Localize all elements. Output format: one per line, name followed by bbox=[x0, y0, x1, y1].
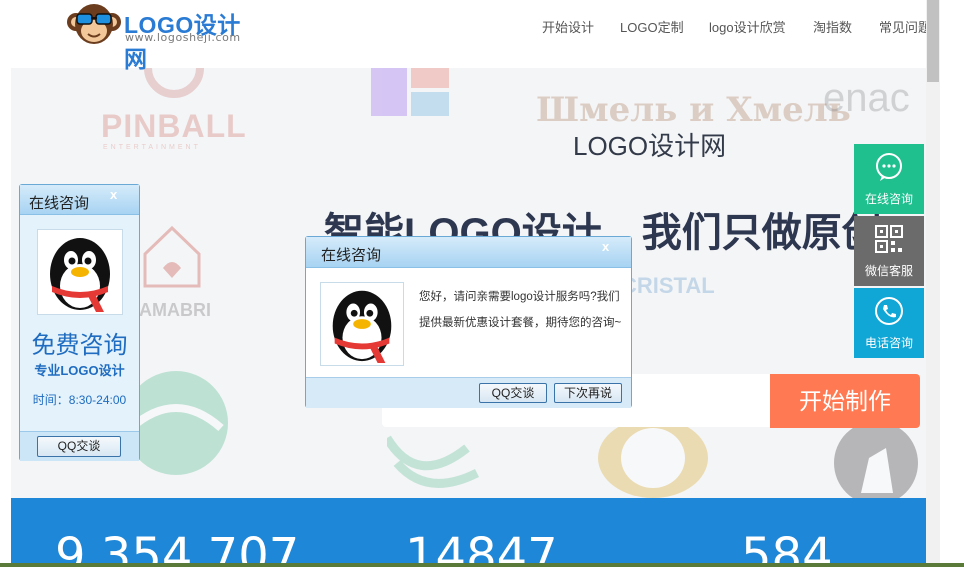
qq-dialog-footer: QQ交谈 下次再说 bbox=[306, 377, 631, 408]
bg-logo-pinball: PINBALL bbox=[101, 108, 247, 144]
side-phone-label: 电话咨询 bbox=[864, 336, 913, 350]
qr-code-icon bbox=[875, 225, 903, 253]
bg-logo-blocks bbox=[371, 68, 451, 116]
stat-total-logos: 9,354,707 bbox=[55, 528, 300, 567]
qq-widget-title: 在线咨询 bbox=[29, 195, 90, 212]
hero-subtitle: LOGO设计网 bbox=[573, 131, 727, 161]
side-contact-bar: 在线咨询 微信客服 电话咨询 bbox=[854, 144, 924, 360]
qq-widget-pro-text: 专业LOGO设计 bbox=[34, 363, 125, 378]
nav-tao-index[interactable]: 淘指数 bbox=[813, 17, 852, 36]
qq-widget-close-button[interactable]: x bbox=[110, 187, 117, 202]
qq-side-widget: 在线咨询 x 免费咨询 专业LOGO设计 时间：8:30-24:00 QQ交谈 bbox=[19, 184, 140, 461]
bg-logo-deer bbox=[834, 421, 918, 498]
side-wechat-service[interactable]: 微信客服 bbox=[854, 216, 924, 286]
scrollbar-thumb[interactable] bbox=[927, 0, 939, 82]
qq-dialog-close-button[interactable]: x bbox=[602, 239, 609, 254]
qq-widget-header: 在线咨询 x bbox=[20, 185, 139, 215]
nav-faq[interactable]: 常见问题 bbox=[879, 17, 931, 36]
qq-dialog-later-button[interactable]: 下次再说 bbox=[554, 383, 622, 403]
qq-penguin-icon bbox=[320, 282, 404, 366]
side-wechat-label: 微信客服 bbox=[864, 264, 913, 278]
site-header: LOGO设计网 www.logosheji.com 开始设计 LOGO定制 lo… bbox=[0, 0, 931, 72]
bg-logo-chef bbox=[598, 423, 708, 498]
qq-widget-hours: 时间：8:30-24:00 bbox=[32, 393, 127, 407]
qq-dialog-chat-button[interactable]: QQ交谈 bbox=[479, 383, 547, 403]
bg-logo-amabri: AMABRI bbox=[139, 300, 211, 320]
bg-logo-shmel: Шмель и Хмель bbox=[536, 90, 851, 130]
page-scrollbar[interactable] bbox=[926, 0, 940, 567]
bg-logo-enac: enac bbox=[823, 76, 910, 120]
qq-penguin-icon bbox=[37, 229, 123, 315]
phone-icon bbox=[875, 297, 903, 325]
qq-consult-dialog: 在线咨询 x 您好，请问亲需要logo设计服务吗?我们提供最新优惠设计套餐，期待… bbox=[305, 236, 632, 408]
qq-dialog-header: 在线咨询 x bbox=[306, 237, 631, 268]
bg-logo-cristal: CRISTAL bbox=[621, 273, 715, 298]
bg-logo-waves bbox=[387, 435, 480, 488]
bg-logo-pinball-sub: ENTERTAINMENT bbox=[103, 144, 201, 151]
nav-logo-custom[interactable]: LOGO定制 bbox=[620, 17, 684, 36]
bg-logo-house bbox=[143, 225, 201, 288]
qq-dialog-message: 您好，请问亲需要logo设计服务吗?我们提供最新优惠设计套餐，期待您的咨询~ bbox=[419, 291, 622, 329]
qq-widget-free-text: 免费咨询 bbox=[31, 332, 128, 359]
qq-dialog-title: 在线咨询 bbox=[321, 247, 382, 264]
right-margin bbox=[940, 0, 964, 567]
stat-number: 584 bbox=[741, 528, 833, 567]
start-making-button[interactable]: 开始制作 bbox=[770, 374, 920, 428]
nav-logo-gallery[interactable]: logo设计欣赏 bbox=[709, 17, 786, 36]
side-phone-consult[interactable]: 电话咨询 bbox=[854, 288, 924, 358]
page: LOGO设计网 www.logosheji.com 开始设计 LOGO定制 lo… bbox=[0, 0, 964, 567]
side-online-consult[interactable]: 在线咨询 bbox=[854, 144, 924, 214]
stats-band: 9,354,707 14847 584 bbox=[11, 498, 926, 567]
bottom-edge bbox=[0, 563, 964, 567]
qq-chat-button[interactable]: QQ交谈 bbox=[37, 436, 121, 457]
stat-count: 14847 bbox=[405, 528, 558, 567]
main-nav: 开始设计 LOGO定制 logo设计欣赏 淘指数 常见问题 bbox=[0, 17, 931, 37]
chat-bubble-icon bbox=[876, 153, 902, 181]
side-online-label: 在线咨询 bbox=[864, 192, 913, 206]
nav-start-design[interactable]: 开始设计 bbox=[542, 17, 594, 36]
qq-widget-footer: QQ交谈 bbox=[20, 431, 139, 461]
